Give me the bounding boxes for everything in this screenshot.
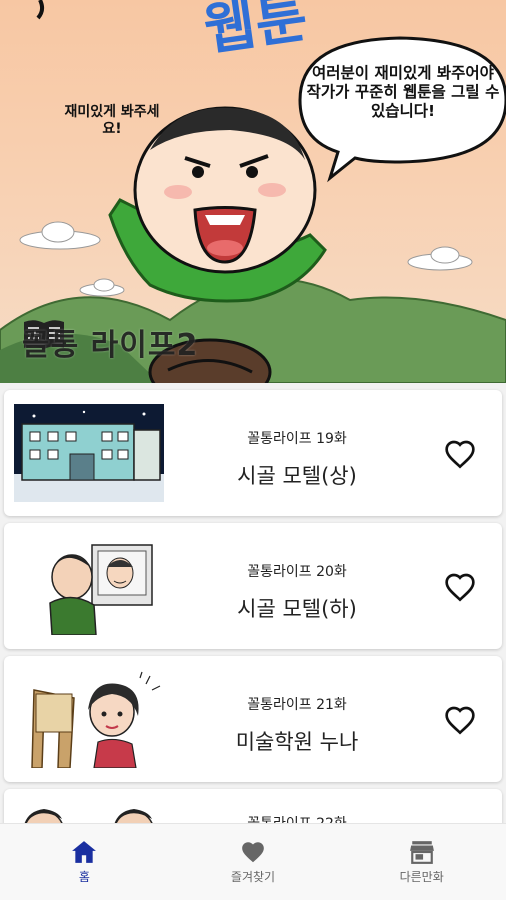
bottom-navigation: 홈 즐겨찾기 다른만화 bbox=[0, 823, 506, 900]
woman-at-easel-thumbnail bbox=[14, 670, 164, 768]
nav-favorites[interactable]: 즐겨찾기 bbox=[169, 824, 338, 900]
episode-title: 시골 모텔(상) bbox=[237, 464, 357, 488]
nav-home-label: 홈 bbox=[78, 869, 90, 884]
episode-title: 미술학원 누나 bbox=[235, 730, 359, 754]
webtoon-sign: 웹툰 bbox=[36, 0, 311, 63]
episode-subtitle: 꼴통라이프 21화 bbox=[247, 697, 347, 713]
nav-home[interactable]: 홈 bbox=[0, 824, 169, 900]
heart-outline-icon bbox=[445, 440, 475, 469]
app-root: 웹툰 여러분이 재미있게 봐주어야 작가가 꾸준히 웹툰을 그릴 수 있습니다!… bbox=[0, 0, 506, 900]
episode-subtitle: 꼴통라이프 19화 bbox=[247, 431, 347, 447]
svg-text:웹툰: 웹툰 bbox=[200, 0, 311, 63]
episode-subtitle: 꼴통라이프 22화 bbox=[164, 813, 430, 823]
man-at-window-thumbnail bbox=[14, 537, 164, 635]
favorite-button[interactable] bbox=[442, 702, 478, 738]
episode-card[interactable]: 꼴통라이프 22화 bbox=[4, 789, 502, 823]
nav-other-comics-label: 다른만화 bbox=[399, 869, 444, 884]
heart-outline-icon bbox=[445, 573, 475, 602]
episode-title: 시골 모텔(하) bbox=[237, 597, 357, 621]
cloud-far-right bbox=[407, 246, 473, 271]
motel-building-thumbnail bbox=[14, 404, 164, 502]
favorite-button[interactable] bbox=[442, 436, 478, 472]
cloud-mid bbox=[79, 278, 125, 297]
home-icon bbox=[72, 840, 97, 863]
nav-other-comics[interactable]: 다른만화 bbox=[337, 824, 506, 900]
hero-title-row: 꼴통 라이프2 bbox=[22, 318, 198, 366]
nav-favorites-label: 즐겨찾기 bbox=[230, 869, 276, 884]
hero-banner[interactable]: 웹툰 여러분이 재미있게 봐주어야 작가가 꾸준히 웹툰을 그릴 수 있습니다!… bbox=[0, 0, 506, 383]
comic-title: 꼴통 라이프2 bbox=[22, 328, 199, 363]
episode-card[interactable]: 꼴통라이프 20화 시골 모텔(하) bbox=[4, 523, 502, 649]
episode-card[interactable]: 꼴통라이프 19화 시골 모텔(상) bbox=[4, 390, 502, 516]
favorite-button[interactable] bbox=[442, 569, 478, 605]
episode-card[interactable]: 꼴통라이프 21화 미술학원 누나 bbox=[4, 656, 502, 782]
speech-left-text: 재미있게 봐주세요! bbox=[64, 104, 160, 137]
speech-bubble-text: 여러분이 재미있게 봐주어야 작가가 꾸준히 웹툰을 그릴 수 있습니다! bbox=[306, 64, 500, 120]
heart-outline-icon bbox=[445, 706, 475, 735]
heart-icon bbox=[242, 841, 264, 862]
cloud-left bbox=[19, 221, 101, 250]
store-icon bbox=[409, 840, 434, 864]
episode-subtitle: 꼴통라이프 20화 bbox=[247, 564, 347, 580]
episode-list[interactable]: 꼴통라이프 19화 시골 모텔(상) 꼴통라이프 20화 시골 모텔(하) 꼴통… bbox=[0, 383, 506, 823]
two-characters-thumbnail bbox=[14, 803, 164, 823]
